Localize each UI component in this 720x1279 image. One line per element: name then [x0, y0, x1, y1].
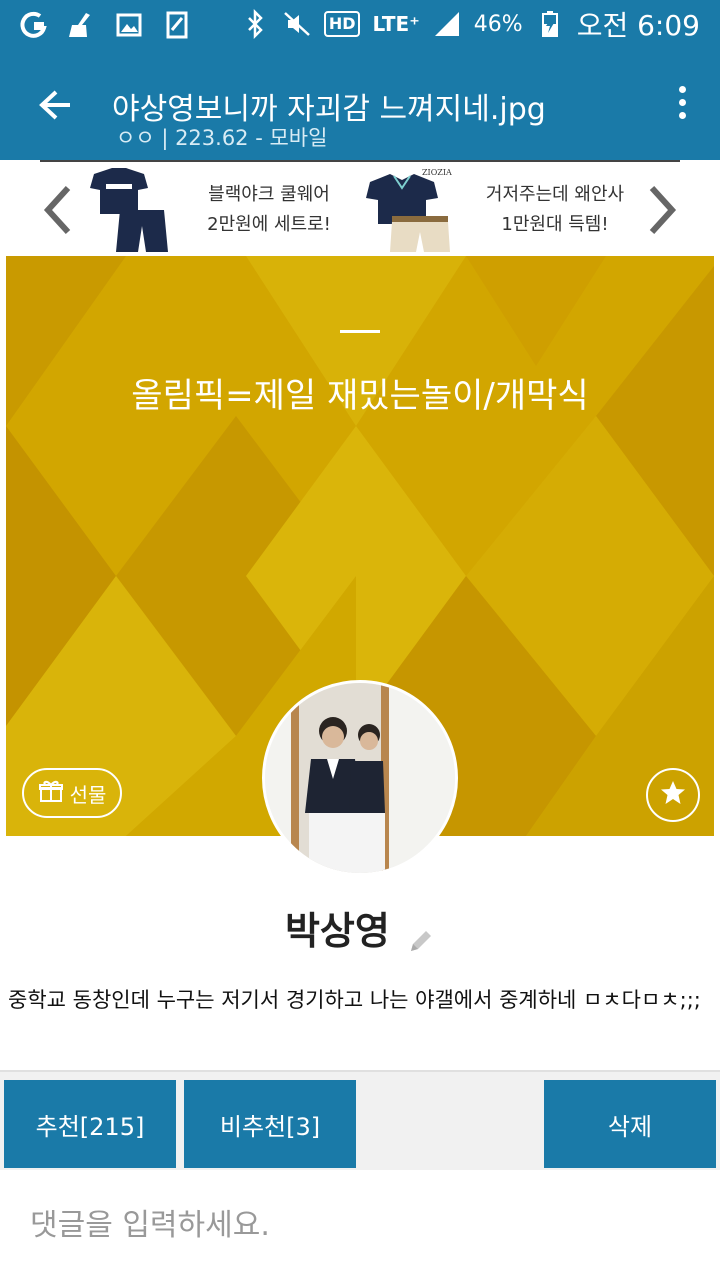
profile-name-row: 박상영: [0, 900, 720, 955]
chevron-left-icon[interactable]: [38, 180, 78, 240]
status-bar-left: [18, 8, 192, 42]
ad-text-right-line2: 1만원대 득템!: [501, 214, 609, 235]
status-bar: HD LTE⁺ 46% 오전 6:09: [0, 0, 720, 50]
ad-text-right[interactable]: 거저주는데 왜안사 1만원대 득템!: [480, 180, 630, 240]
bluetooth-icon: [240, 9, 270, 39]
ad-banner[interactable]: 블랙야크 쿨웨어 2만원에 세트로! ZIOZIA 거저주는데 왜안사 1만원대…: [0, 160, 720, 256]
avatar-photo: [265, 683, 455, 873]
favorite-button[interactable]: [646, 768, 700, 822]
ad-text-right-line1: 거저주는데 왜안사: [485, 184, 625, 205]
clock: 오전 6:09: [576, 9, 700, 42]
comment-bar: [0, 1170, 720, 1279]
ad-product-image-polo[interactable]: ZIOZIA: [362, 166, 452, 254]
app-icon: [18, 10, 48, 40]
gift-button[interactable]: 선물: [22, 768, 122, 818]
avatar[interactable]: [262, 680, 458, 876]
lte-icon: LTE⁺: [372, 12, 420, 36]
action-bar: 추천[215] 비추천[3] 삭제: [0, 1070, 720, 1170]
brand-label: ZIOZIA: [422, 168, 452, 177]
delete-button[interactable]: 삭제: [544, 1080, 716, 1168]
battery-icon: [535, 9, 565, 39]
star-icon: [658, 778, 688, 812]
post-meta: ㅇㅇ | 223.62 - 모바일: [116, 126, 328, 150]
mute-icon: [282, 9, 312, 39]
hd-icon: HD: [323, 11, 361, 37]
gallery-icon: [114, 10, 144, 40]
ad-text-left-line1: 블랙야크 쿨웨어: [208, 184, 330, 205]
signal-icon: [432, 9, 462, 39]
status-message: 올림픽=제일 재밌는놀이/개막식: [131, 376, 589, 416]
recommend-button[interactable]: 추천[215]: [4, 1080, 176, 1168]
divider: [40, 160, 680, 162]
divider: [0, 1070, 720, 1072]
app-bar: 야상영보니까 자괴감 느껴지네.jpg ㅇㅇ | 223.62 - 모바일: [0, 50, 720, 160]
comment-input[interactable]: [30, 1200, 690, 1250]
profile-name: 박상영: [284, 909, 390, 953]
ad-text-left-line2: 2만원에 세트로!: [207, 214, 331, 235]
ad-text-left[interactable]: 블랙야크 쿨웨어 2만원에 세트로!: [194, 180, 344, 240]
memo-icon: [162, 10, 192, 40]
back-arrow-icon[interactable]: [30, 80, 80, 130]
battery-percent: 46%: [473, 11, 523, 37]
post-body: 중학교 동창인데 누구는 저기서 경기하고 나는 야갤에서 중계하네 ㅁㅊ다ㅁㅊ…: [8, 988, 701, 1012]
status-bar-right: HD LTE⁺ 46% 오전 6:09: [240, 6, 700, 42]
gift-icon: [38, 778, 64, 809]
pencil-icon[interactable]: [407, 920, 435, 951]
cleaner-icon: [66, 10, 96, 40]
chevron-right-icon[interactable]: [642, 180, 682, 240]
more-options-icon[interactable]: [674, 86, 690, 126]
not-recommend-button[interactable]: 비추천[3]: [184, 1080, 356, 1168]
status-divider: [340, 330, 380, 333]
ad-product-image-sportswear[interactable]: [84, 166, 174, 254]
gift-label: 선물: [69, 782, 107, 807]
